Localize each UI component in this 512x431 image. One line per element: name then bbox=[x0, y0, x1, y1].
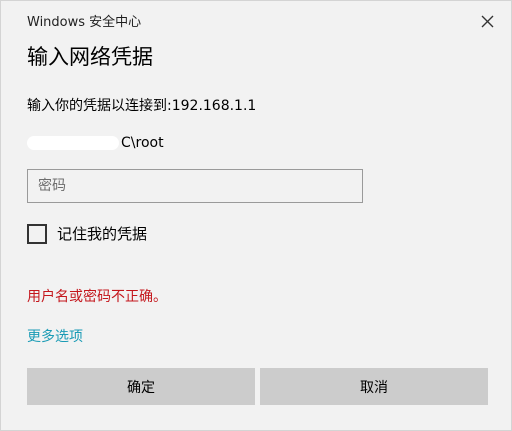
close-icon bbox=[481, 15, 493, 27]
dialog-heading: 输入网络凭据 bbox=[27, 45, 153, 69]
window-title: Windows 安全中心 bbox=[27, 15, 142, 30]
checkbox-box[interactable] bbox=[27, 223, 47, 244]
more-options-link[interactable]: 更多选项 bbox=[27, 326, 83, 346]
username-display: C\root bbox=[27, 135, 164, 151]
remember-credentials-checkbox[interactable]: 记住我的凭据 bbox=[27, 223, 147, 244]
redacted-username-part bbox=[27, 136, 119, 150]
ok-button[interactable]: 确定 bbox=[27, 368, 255, 405]
username-text: C\root bbox=[121, 135, 164, 151]
cancel-button[interactable]: 取消 bbox=[260, 368, 488, 405]
remember-credentials-label: 记住我的凭据 bbox=[57, 225, 148, 243]
password-input[interactable] bbox=[27, 169, 363, 203]
close-button[interactable] bbox=[475, 9, 499, 33]
credential-dialog: Windows 安全中心 输入网络凭据 输入你的凭据以连接到:192.168.1… bbox=[0, 0, 512, 431]
error-message: 用户名或密码不正确。 bbox=[27, 289, 167, 305]
connect-instruction: 输入你的凭据以连接到:192.168.1.1 bbox=[27, 98, 257, 114]
